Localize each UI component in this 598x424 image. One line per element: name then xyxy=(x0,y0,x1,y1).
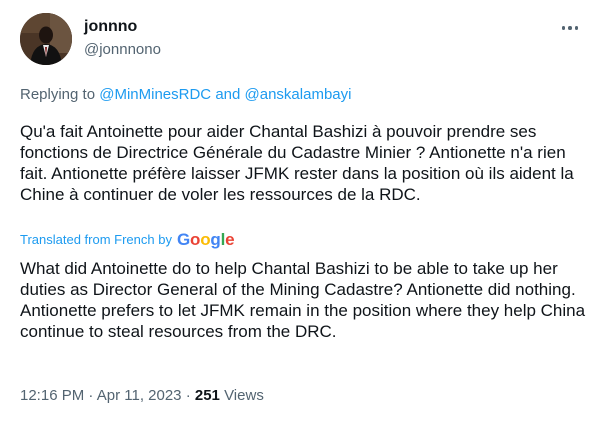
replying-prefix: Replying to xyxy=(20,86,96,103)
avatar[interactable] xyxy=(20,13,72,65)
reply-mention-1[interactable]: @MinMinesRDC xyxy=(99,86,211,103)
translation-attribution[interactable]: Translated from French by Google xyxy=(20,230,235,249)
more-horizontal-icon xyxy=(560,26,580,30)
tweet-date[interactable]: Apr 11, 2023 xyxy=(97,387,182,404)
meta-separator-2: · xyxy=(185,387,191,404)
google-logo: Google xyxy=(176,230,235,249)
replying-to: Replying to @MinMinesRDC and @anskalamba… xyxy=(20,85,351,105)
tweet-detail: jonnno @jonnnono Replying to @MinMinesRD… xyxy=(0,0,598,424)
reply-mention-2[interactable]: @anskalambayi xyxy=(245,86,352,103)
reply-joiner: and xyxy=(215,86,241,103)
meta-separator: · xyxy=(88,387,94,404)
views-label: Views xyxy=(224,387,264,404)
tweet-translated-text: What did Antoinette do to help Chantal B… xyxy=(20,259,586,341)
tweet-meta: 12:16 PM · Apr 11, 2023 · 251 Views xyxy=(20,386,264,406)
author-handle[interactable]: @jonnnono xyxy=(84,40,161,60)
more-options-button[interactable] xyxy=(558,16,582,40)
tweet-original-text: Qu'a fait Antoinette pour aider Chantal … xyxy=(20,122,574,204)
translated-from-label: Translated from French by xyxy=(20,232,172,247)
views-count[interactable]: 251 xyxy=(195,387,220,404)
author-name[interactable]: jonnno xyxy=(84,17,137,37)
avatar-image xyxy=(20,13,72,65)
tweet-time[interactable]: 12:16 PM xyxy=(20,387,84,404)
